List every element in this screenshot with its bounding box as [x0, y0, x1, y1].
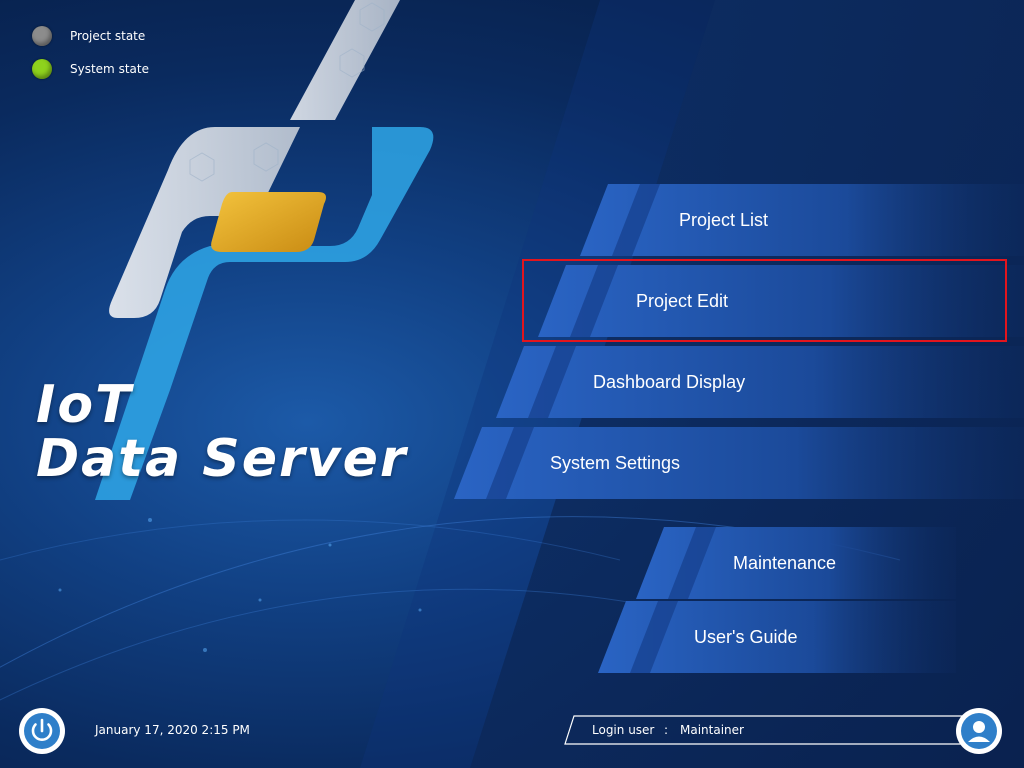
project-state-label: Project state [70, 29, 146, 43]
project-list-label: Project List [679, 210, 769, 230]
login-user-label: Login user [592, 723, 655, 737]
app-title-line2: Data Server [36, 429, 408, 489]
project-state-dot [32, 26, 52, 46]
maintenance-button[interactable]: Maintenance [616, 527, 956, 599]
dashboard-display-label: Dashboard Display [593, 372, 746, 392]
users-guide-label: User's Guide [694, 627, 798, 647]
system-state-dot [32, 59, 52, 79]
date-time: January 17, 2020 2:15 PM [95, 723, 250, 737]
users-guide-button[interactable]: User's Guide [578, 601, 956, 673]
power-button[interactable] [19, 708, 65, 754]
login-user-box: Login user : Maintainer [564, 715, 984, 745]
login-user-separator: : [664, 723, 669, 737]
selection-highlight [522, 259, 1007, 342]
app-title-line1: IoT [36, 375, 133, 435]
app-title: IoT Data Server [36, 378, 407, 486]
project-state-indicator: Project state [32, 26, 145, 46]
power-icon [24, 713, 60, 749]
user-button[interactable] [956, 708, 1002, 754]
dashboard-display-button[interactable]: Dashboard Display [476, 346, 1024, 418]
system-state-indicator: System state [32, 59, 149, 79]
maintenance-label: Maintenance [733, 553, 837, 573]
system-settings-label: System Settings [550, 453, 681, 473]
login-user-name: Maintainer [680, 723, 744, 737]
user-icon [961, 713, 997, 749]
system-state-label: System state [70, 62, 149, 76]
project-list-button[interactable]: Project List [560, 184, 1024, 256]
system-settings-button[interactable]: System Settings [434, 427, 1024, 499]
